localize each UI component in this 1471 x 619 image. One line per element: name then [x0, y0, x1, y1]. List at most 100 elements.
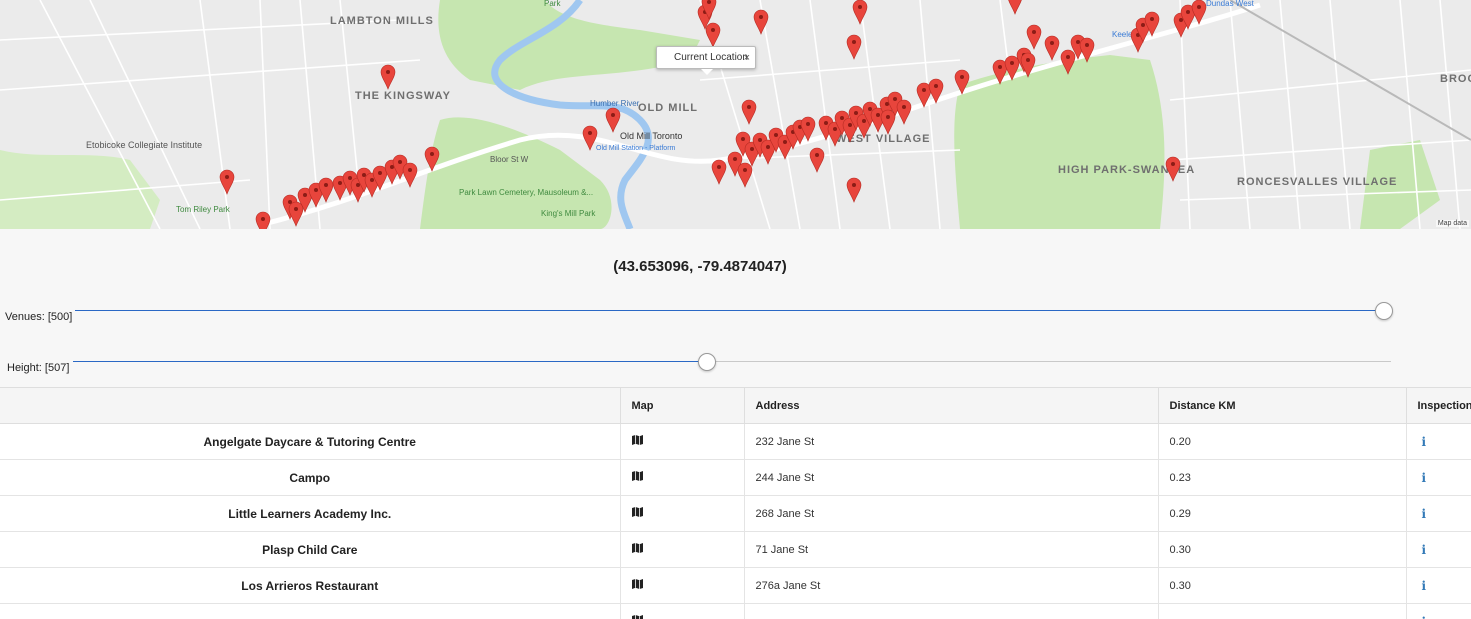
- table-row[interactable]: i: [0, 604, 1471, 619]
- venue-distance: 0.30: [1158, 568, 1406, 604]
- height-slider-fill: [73, 361, 707, 362]
- venue-marker-dot: [733, 157, 737, 161]
- table-row[interactable]: Little Learners Academy Inc.268 Jane St0…: [0, 496, 1471, 532]
- popup-close-icon[interactable]: ×: [744, 47, 750, 69]
- label-roncesvalles-village: RONCESVALLES VILLAGE: [1237, 176, 1397, 188]
- venue-marker-dot: [378, 171, 382, 175]
- column-header-name[interactable]: [0, 388, 620, 424]
- venue-marker-dot: [1179, 18, 1183, 22]
- venues-table-container: Map Address Distance KM Inspection Angel…: [0, 387, 1471, 619]
- map-link[interactable]: [620, 460, 744, 496]
- map-icon[interactable]: [632, 543, 643, 553]
- info-icon[interactable]: i: [1406, 532, 1471, 568]
- table-row[interactable]: Campo244 Jane St0.23i: [0, 460, 1471, 496]
- venue-marker-dot: [854, 111, 858, 115]
- venue-marker-dot: [862, 119, 866, 123]
- venue-marker-dot: [840, 116, 844, 120]
- map-link[interactable]: [620, 424, 744, 460]
- venue-name: [0, 604, 620, 619]
- venue-address: 276a Jane St: [744, 568, 1158, 604]
- popup-text: Current Location: [674, 52, 748, 63]
- table-row[interactable]: Los Arrieros Restaurant276a Jane St0.30i: [0, 568, 1471, 604]
- venue-marker-dot: [759, 15, 763, 19]
- venue-distance: 0.30: [1158, 532, 1406, 568]
- label-tom-riley-park: Tom Riley Park: [176, 205, 231, 214]
- venue-marker-dot: [758, 138, 762, 142]
- map-link[interactable]: [620, 568, 744, 604]
- label-bloor-st-w: Bloor St W: [490, 155, 529, 164]
- venue-marker-dot: [611, 113, 615, 117]
- venue-marker-dot: [960, 75, 964, 79]
- table-row[interactable]: Plasp Child Care 71 Jane St0.30i: [0, 532, 1471, 568]
- venue-marker-dot: [294, 207, 298, 211]
- map-icon[interactable]: [632, 435, 643, 445]
- venue-marker-dot: [743, 168, 747, 172]
- venue-address: 232 Jane St: [744, 424, 1158, 460]
- venue-marker-dot: [588, 131, 592, 135]
- venue-marker-dot: [815, 153, 819, 157]
- map-link[interactable]: [620, 532, 744, 568]
- venue-address: [744, 604, 1158, 619]
- current-coordinates: (43.653096, -79.4874047): [0, 258, 1400, 275]
- venue-marker-dot: [893, 97, 897, 101]
- map-link[interactable]: [620, 604, 744, 619]
- map-icon[interactable]: [632, 507, 643, 517]
- venue-marker-dot: [902, 105, 906, 109]
- info-icon[interactable]: i: [1406, 568, 1471, 604]
- venue-marker-dot: [386, 70, 390, 74]
- venue-marker-dot: [852, 40, 856, 44]
- venue-marker-dot: [362, 173, 366, 177]
- venue-marker-dot: [1186, 10, 1190, 14]
- venue-marker-dot: [1085, 43, 1089, 47]
- venue-name: Plasp Child Care: [0, 532, 620, 568]
- table-header-row: Map Address Distance KM Inspection: [0, 388, 1471, 424]
- map-attribution: Map data: [1436, 220, 1469, 227]
- column-header-distance[interactable]: Distance KM: [1158, 388, 1406, 424]
- column-header-map[interactable]: Map: [620, 388, 744, 424]
- height-slider-handle[interactable]: [698, 353, 716, 371]
- venue-name: Angelgate Daycare & Tutoring Centre: [0, 424, 620, 460]
- column-header-inspection[interactable]: Inspection: [1406, 388, 1471, 424]
- venue-marker-dot: [370, 178, 374, 182]
- venue-marker-dot: [338, 181, 342, 185]
- venue-marker-dot: [766, 145, 770, 149]
- info-icon[interactable]: i: [1406, 496, 1471, 532]
- label-etobicoke-collegiate: Etobicoke Collegiate Institute: [86, 140, 202, 150]
- venue-marker-dot: [868, 107, 872, 111]
- venue-marker-dot: [833, 127, 837, 131]
- venue-marker-dot: [934, 84, 938, 88]
- map-icon[interactable]: [632, 579, 643, 589]
- label-park-lawn-cemetery: Park Lawn Cemetery, Mausoleum &...: [459, 188, 593, 197]
- venue-marker-dot: [390, 165, 394, 169]
- venue-marker-dot: [711, 28, 715, 32]
- table-row[interactable]: Angelgate Daycare & Tutoring Centre 232 J…: [0, 424, 1471, 460]
- venue-distance: 0.23: [1158, 460, 1406, 496]
- info-icon[interactable]: i: [1406, 604, 1471, 619]
- venue-marker-dot: [408, 168, 412, 172]
- venue-marker-dot: [747, 105, 751, 109]
- venue-marker-dot: [806, 122, 810, 126]
- label-brock: BROC: [1440, 73, 1471, 85]
- venue-marker-dot: [1076, 40, 1080, 44]
- map-link[interactable]: [620, 496, 744, 532]
- venue-marker-dot: [998, 65, 1002, 69]
- venues-slider-handle[interactable]: [1375, 302, 1393, 320]
- venues-table: Map Address Distance KM Inspection Angel…: [0, 388, 1471, 619]
- map-icon[interactable]: [632, 471, 643, 481]
- map-canvas[interactable]: LAMBTON MILLS THE KINGSWAY OLD MILL Old …: [0, 0, 1471, 229]
- venue-address: 268 Jane St: [744, 496, 1158, 532]
- info-icon[interactable]: i: [1406, 460, 1471, 496]
- venue-address: 244 Jane St: [744, 460, 1158, 496]
- current-location-popup[interactable]: Current Location ×: [656, 46, 756, 69]
- map-icon[interactable]: [632, 615, 643, 619]
- column-header-address[interactable]: Address: [744, 388, 1158, 424]
- venue-marker-dot: [303, 193, 307, 197]
- map-view[interactable]: LAMBTON MILLS THE KINGSWAY OLD MILL Old …: [0, 0, 1471, 229]
- venue-marker-dot: [356, 183, 360, 187]
- venue-marker-dot: [876, 113, 880, 117]
- venue-marker-dot: [314, 188, 318, 192]
- venue-address: 71 Jane St: [744, 532, 1158, 568]
- venue-distance: [1158, 604, 1406, 619]
- info-icon[interactable]: i: [1406, 424, 1471, 460]
- label-old-mill: OLD MILL: [638, 102, 698, 114]
